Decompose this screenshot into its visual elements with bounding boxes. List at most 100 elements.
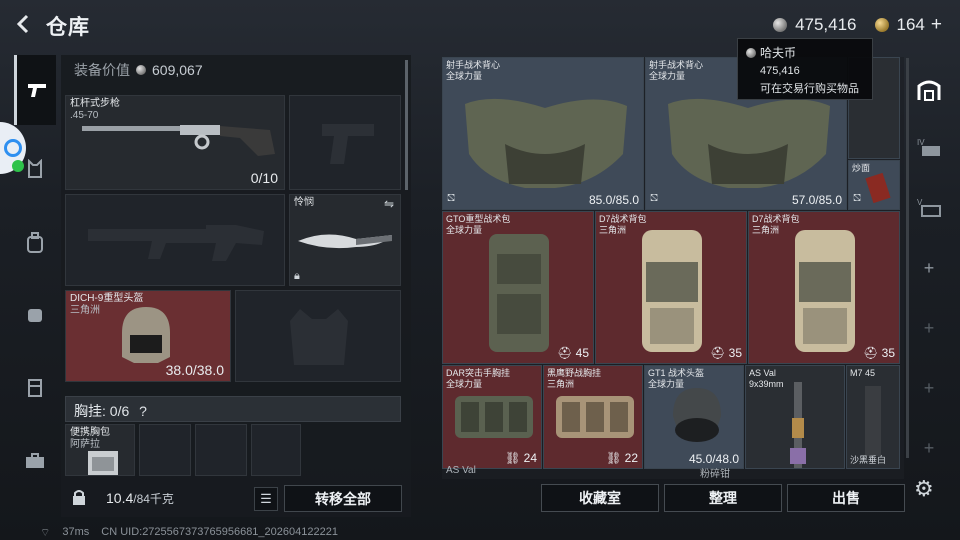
item-capacity: ⛑ 35: [710, 346, 742, 360]
sell-button[interactable]: 出售: [787, 484, 905, 512]
carry-weight: 10.4/84千克: [106, 490, 174, 507]
chest-rig-bar[interactable]: 胸挂: 0/6 ?: [65, 396, 401, 422]
organize-button[interactable]: 整理: [664, 484, 782, 512]
pistol-silhouette-icon: [322, 124, 374, 164]
tactical-vest-image: [465, 98, 627, 188]
pouch-cell[interactable]: [139, 424, 191, 476]
pouch-cell[interactable]: [195, 424, 247, 476]
storage-item[interactable]: D7战术背包 三角洲 ⛑ 35: [748, 211, 900, 364]
add-warehouse-icon[interactable]: +: [910, 318, 948, 339]
tactical-backpack-image: [795, 230, 855, 352]
add-warehouse-icon[interactable]: +: [910, 378, 948, 399]
heavy-helmet-image: [122, 307, 170, 363]
warehouse-tab-icon[interactable]: [910, 76, 948, 102]
chest-rig-image: [455, 396, 533, 438]
swap-icon[interactable]: ⇋: [384, 197, 394, 211]
tag-icon: ⛞: [447, 193, 456, 204]
storage-item[interactable]: 炒面 ⛞: [848, 160, 900, 210]
storage-item[interactable]: AS Val 9x39mm: [745, 365, 845, 469]
pistol-slot[interactable]: [289, 95, 401, 190]
equipment-value-amount: 609,067: [152, 62, 203, 78]
vest-silhouette-icon: [290, 309, 348, 365]
collection-room-button[interactable]: 收藏室: [541, 484, 659, 512]
case-icon: [28, 379, 42, 397]
storage-grid: 射手战术背心 全球力量 ⛞ 85.0/85.0 射手战术背心 全球力量 ⛞ 57.0…: [442, 57, 904, 479]
pouch-name: 便携胸包: [70, 427, 110, 438]
chest-pouch-image: [88, 451, 118, 475]
item-name: 射手战术背心: [446, 60, 501, 70]
settings-gear-icon[interactable]: ⚙: [914, 476, 934, 502]
vest-icon: [28, 159, 42, 178]
transfer-all-button[interactable]: 转移全部: [284, 485, 402, 512]
storage-item[interactable]: DAR突击手胸挂 全球力量 ⛓ 24: [442, 365, 542, 469]
ping: 37ms: [62, 526, 90, 538]
chest-rig-image: [556, 396, 634, 438]
secondary-weapon-slot[interactable]: [65, 194, 285, 286]
item-capacity: ⛑ 35: [863, 346, 895, 360]
rail-tab-toolbox[interactable]: [14, 439, 56, 483]
next-row-label: 粉碎钳: [700, 469, 730, 479]
tooltip-amount: 475,416: [760, 65, 800, 77]
list-view-button[interactable]: ☰: [254, 487, 278, 511]
armor-slot[interactable]: [235, 290, 401, 382]
tactical-helmet-image: [673, 388, 721, 442]
lock-icon: 🔒︎: [294, 270, 300, 282]
rail-tab-weapons[interactable]: [14, 55, 56, 125]
primary-weapon-name: 杠杆式步枪: [70, 98, 120, 109]
storage-item[interactable]: D7战术背包 三角洲 ⛑ 35: [595, 211, 747, 364]
rail-tab-backpack[interactable]: [14, 221, 56, 265]
storage-item[interactable]: M7 45 沙黑垂白: [846, 365, 900, 469]
pistol-icon: [27, 84, 46, 97]
item-durability: 57.0/85.0: [791, 193, 842, 207]
primary-weapon-ammo: 0/10: [250, 170, 278, 186]
haf-coin-icon[interactable]: [773, 18, 788, 32]
heavy-backpack-image: [489, 234, 549, 352]
melee-name: 怜悯: [294, 197, 314, 208]
haf-coin-amount[interactable]: 475,416: [795, 15, 856, 35]
uid: CN UID:272556737376595668​1_202604122221: [101, 526, 338, 538]
carry-weight-max: /84千克: [133, 492, 174, 506]
toolbox-icon: [26, 453, 44, 468]
tag-icon: ⛞: [853, 193, 862, 204]
pouch-slot[interactable]: 便携胸包 阿萨拉: [65, 424, 135, 476]
warehouse-v-tab-icon[interactable]: V: [910, 196, 948, 218]
back-arrow-icon[interactable]: [14, 14, 34, 34]
helmet-durability: 38.0/38.0: [165, 362, 224, 378]
storage-item[interactable]: 黑鹰野战胸挂 三角洲 ⛓ 22: [543, 365, 643, 469]
add-warehouse-icon[interactable]: +: [910, 438, 948, 459]
right-nav-rail: IV V + + + +: [910, 62, 948, 462]
primary-weapon-slot[interactable]: 杠杆式步枪 .45-70 0/10: [65, 95, 285, 190]
item-name: GTO重型战术包: [446, 214, 511, 224]
help-icon[interactable]: ?: [139, 403, 147, 419]
online-dot: [12, 160, 24, 172]
warehouse-iv-tab-icon[interactable]: IV: [910, 136, 948, 158]
tactical-backpack-image: [642, 230, 702, 352]
storage-scrollbar[interactable]: [906, 58, 909, 458]
tooltip-description: 可在交易行购买物品: [760, 83, 859, 95]
noodles-image: [865, 173, 891, 203]
melee-slot[interactable]: 怜悯 ⇋ 🔒︎: [289, 194, 401, 286]
item-name: 黑鹰野战胸挂: [547, 368, 602, 378]
tag-icon: ⛞: [650, 193, 659, 204]
item-capacity: ⛑ 45: [557, 346, 589, 360]
rail-tab-case[interactable]: [14, 365, 56, 409]
rail-tab-bag[interactable]: [14, 291, 56, 335]
item-name: GT1 战术头盔: [648, 368, 705, 378]
rifle-silhouette-icon: [88, 225, 264, 261]
loadout-scrollbar[interactable]: [405, 60, 408, 190]
item-name: DAR突击手胸挂: [446, 368, 511, 378]
chest-rig-label: 胸挂: 0/6: [74, 403, 130, 419]
magazine-image: [865, 386, 881, 456]
add-warehouse-icon[interactable]: +: [910, 258, 948, 279]
item-durability: 85.0/85.0: [588, 193, 639, 207]
haf-coin-icon: [746, 47, 756, 58]
item-sub: 全球力量: [446, 225, 483, 235]
add-currency-button[interactable]: +: [931, 14, 942, 36]
storage-item[interactable]: GTO重型战术包 全球力量 ⛑ 45: [442, 211, 594, 364]
karambit-knife-image: [298, 234, 392, 249]
helmet-slot[interactable]: DICH-9重型头盔 三角洲 38.0/38.0: [65, 290, 231, 382]
storage-item[interactable]: GT1 战术头盔 全球力量 45.0/48.0: [644, 365, 744, 469]
rifle-image: [790, 382, 806, 468]
storage-item[interactable]: 射手战术背心 全球力量 ⛞ 85.0/85.0: [442, 57, 644, 210]
pouch-cell[interactable]: [251, 424, 301, 476]
